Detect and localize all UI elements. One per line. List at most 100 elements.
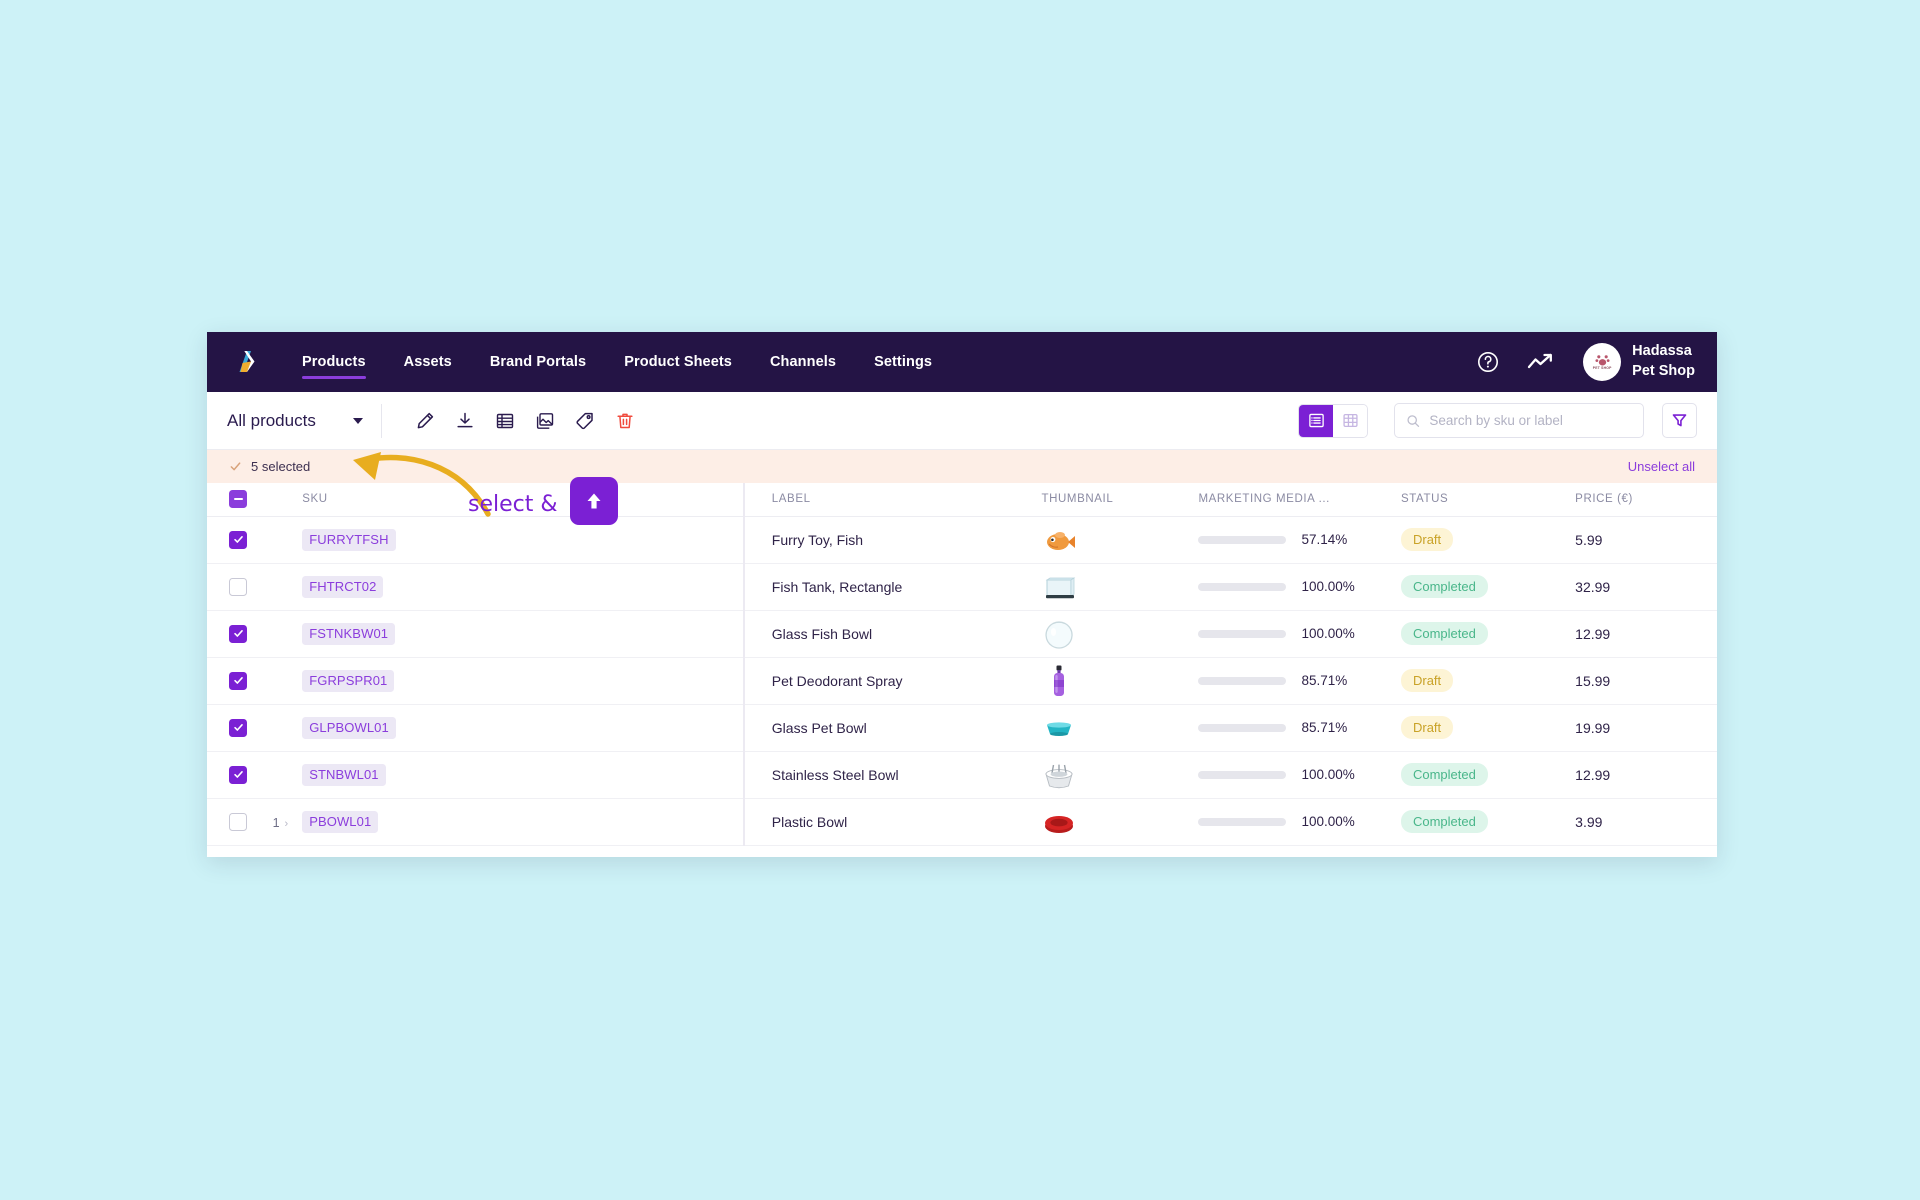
row-expand-cell[interactable]: 1 › (253, 798, 303, 846)
search-icon (1407, 414, 1420, 427)
product-thumbnail-fish-tank-rectangle (1041, 569, 1198, 605)
user-name: Hadassa Pet Shop (1632, 343, 1695, 379)
chevron-down-icon (353, 417, 363, 424)
app-window: Products Assets Brand Portals Product Sh… (207, 332, 1717, 857)
check-icon (233, 536, 243, 543)
images-icon (536, 412, 554, 429)
table-row[interactable]: GLPBOWL01 Glass Pet Bowl 85.71% Draft 19… (207, 704, 1717, 752)
help-button[interactable] (1475, 349, 1501, 375)
row-price-cell: 19.99 (1575, 704, 1717, 752)
table-row[interactable]: STNBWL01 Stainless Steel Bowl 100.00% Co… (207, 751, 1717, 799)
nav-link-label: Settings (874, 354, 933, 370)
row-status-cell: Draft (1400, 516, 1576, 564)
trend-line-icon (1528, 353, 1553, 369)
user-menu[interactable]: PET SHOP Hadassa Pet Shop (1583, 342, 1695, 381)
header-select-all (207, 483, 254, 517)
table-row[interactable]: FURRYTFSH Furry Toy, Fish 57.14% Draft 5… (207, 516, 1717, 564)
header-marketing-media[interactable]: MARKETING MEDIA ... (1198, 483, 1401, 517)
media-progress-track (1198, 770, 1287, 779)
header-sku[interactable]: SKU (302, 483, 748, 517)
download-button[interactable] (448, 404, 482, 438)
edit-button[interactable] (408, 404, 442, 438)
search-input[interactable] (1429, 413, 1632, 428)
sku-chip[interactable]: PBOWL01 (302, 810, 379, 833)
product-thumbnail-stainless-steel-bowl (1041, 757, 1198, 793)
chevron-right-icon[interactable]: › (285, 818, 289, 830)
row-label-cell: Fish Tank, Rectangle (747, 563, 1042, 611)
header-status[interactable]: STATUS (1400, 483, 1576, 517)
media-progress-label: 100.00% (1301, 626, 1355, 641)
list-view-toggle[interactable] (1299, 404, 1333, 437)
toolbar-right-group (1298, 403, 1717, 438)
nav-link-channels[interactable]: Channels (751, 332, 855, 392)
row-price-cell: 5.99 (1575, 516, 1717, 564)
row-label-cell: Plastic Bowl (747, 798, 1042, 846)
nav-link-product-sheets[interactable]: Product Sheets (605, 332, 751, 392)
sku-chip[interactable]: FHTRCT02 (302, 575, 384, 598)
media-progress-label: 85.71% (1301, 673, 1348, 688)
delete-button[interactable] (608, 404, 642, 438)
nav-link-products[interactable]: Products (283, 332, 385, 392)
table-row[interactable]: FHTRCT02 Fish Tank, Rectangle 100.00% Co… (207, 563, 1717, 611)
grid-view-toggle[interactable] (1333, 404, 1367, 437)
nav-link-assets[interactable]: Assets (385, 332, 471, 392)
header-expand (253, 483, 303, 517)
view-selector-dropdown[interactable]: All products (207, 392, 381, 449)
row-thumbnail-cell (1041, 751, 1199, 799)
search-box[interactable] (1394, 403, 1644, 438)
table-header-row: SKU LABEL THUMBNAIL MARKETING MEDIA ... … (207, 483, 1717, 517)
table-row[interactable]: 1 › PBOWL01 Plastic Bowl 100.00% Complete… (207, 798, 1717, 846)
row-marketing-media-cell: 85.71% (1198, 657, 1401, 705)
nav-link-brand-portals[interactable]: Brand Portals (471, 332, 605, 392)
product-thumbnail-deodorant-spray-bottle (1041, 663, 1198, 699)
header-thumbnail[interactable]: THUMBNAIL (1041, 483, 1199, 517)
app-logo-icon[interactable] (227, 345, 261, 379)
tag-button[interactable] (568, 404, 602, 438)
header-label[interactable]: LABEL (747, 483, 1042, 517)
row-status-cell: Draft (1400, 657, 1576, 705)
row-label-cell: Furry Toy, Fish (747, 516, 1042, 564)
media-button[interactable] (528, 404, 562, 438)
nav-link-label: Product Sheets (624, 354, 732, 370)
check-icon (233, 677, 243, 684)
sku-chip[interactable]: GLPBOWL01 (302, 716, 396, 739)
sku-chip[interactable]: FSTNKBW01 (302, 622, 396, 645)
analytics-button[interactable] (1527, 349, 1553, 375)
row-thumbnail-cell (1041, 516, 1199, 564)
header-price[interactable]: PRICE (€) (1575, 483, 1717, 517)
row-checkbox[interactable] (229, 812, 247, 831)
check-icon (230, 462, 241, 471)
row-sku-cell: FURRYTFSH (302, 516, 748, 564)
row-expand-cell (253, 751, 303, 799)
row-checkbox[interactable] (229, 765, 247, 784)
sku-chip[interactable]: STNBWL01 (302, 763, 386, 786)
top-navigation-bar: Products Assets Brand Portals Product Sh… (207, 332, 1717, 392)
sku-chip[interactable]: FURRYTFSH (302, 528, 396, 551)
tag-icon (576, 412, 593, 429)
row-status-cell: Completed (1400, 798, 1576, 846)
sku-chip[interactable]: FGRPSPR01 (302, 669, 395, 692)
pet-shop-logo-icon (1595, 354, 1610, 366)
row-checkbox[interactable] (229, 624, 247, 643)
nav-link-label: Channels (769, 354, 837, 370)
table-row[interactable]: FSTNKBW01 Glass Fish Bowl 100.00% Comple… (207, 610, 1717, 658)
avatar: PET SHOP (1583, 343, 1622, 381)
row-checkbox[interactable] (229, 577, 247, 596)
table-body: FURRYTFSH Furry Toy, Fish 57.14% Draft 5… (207, 516, 1717, 846)
nav-link-settings[interactable]: Settings (855, 332, 951, 392)
row-sku-cell: FGRPSPR01 (302, 657, 748, 705)
unselect-all-link[interactable]: Unselect all (1628, 459, 1695, 474)
row-checkbox[interactable] (229, 530, 247, 549)
media-progress-label: 100.00% (1301, 579, 1355, 594)
action-icon-group (382, 404, 642, 438)
row-checkbox[interactable] (229, 671, 247, 690)
filter-button[interactable] (1662, 403, 1697, 438)
row-sku-cell: PBOWL01 (302, 798, 748, 846)
row-select-cell (207, 563, 254, 611)
list-attributes-button[interactable] (488, 404, 522, 438)
row-price-cell: 32.99 (1575, 563, 1717, 611)
table-row[interactable]: FGRPSPR01 Pet Deodorant Spray 85.71% Dra… (207, 657, 1717, 705)
select-all-checkbox[interactable] (229, 490, 247, 509)
row-thumbnail-cell (1041, 704, 1199, 752)
row-checkbox[interactable] (229, 718, 247, 737)
